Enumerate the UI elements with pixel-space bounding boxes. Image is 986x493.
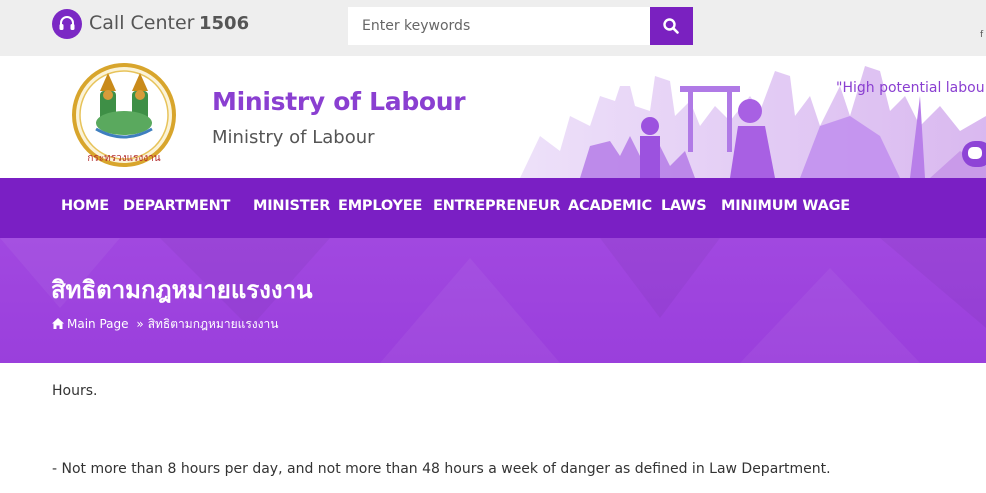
page-banner: สิทธิตามกฎหมายแรงงาน Main Page » สิทธิตาม… — [0, 238, 986, 363]
breadcrumb-home-label: Main Page — [67, 317, 129, 331]
search-icon — [663, 18, 679, 34]
main-navigation: HOME DEPARTMENT MINISTER EMPLOYEE ENTREP… — [0, 178, 986, 238]
content-paragraph: - Not more than 8 hours per day, and not… — [52, 461, 831, 477]
content-paragraph: Hours. — [52, 383, 98, 399]
breadcrumb-current: สิทธิตามกฎหมายแรงงาน — [147, 317, 279, 331]
page-title: สิทธิตามกฎหมายแรงงาน — [51, 276, 313, 304]
search-input[interactable] — [348, 7, 650, 45]
nav-item-academic[interactable]: ACADEMIC — [568, 198, 652, 214]
ministry-seal-logo: กระทรวงแรงงาน — [72, 63, 176, 167]
city-skyline-illustration — [520, 66, 986, 178]
home-icon — [52, 318, 64, 329]
search-button[interactable] — [650, 7, 693, 45]
main-content: Hours. - Not more than 8 hours per day, … — [0, 363, 986, 493]
nav-item-laws[interactable]: LAWS — [661, 198, 707, 214]
line-chat-icon[interactable] — [962, 141, 986, 167]
nav-item-minister[interactable]: MINISTER — [253, 198, 330, 214]
headset-icon — [52, 9, 82, 39]
nav-item-minimum-wage[interactable]: MINIMUM WAGE — [721, 198, 850, 214]
social-link[interactable]: f — [980, 30, 986, 42]
site-title[interactable]: Ministry of Labour — [212, 87, 466, 116]
nav-item-department[interactable]: DEPARTMENT — [123, 198, 230, 214]
breadcrumb: Main Page » สิทธิตามกฎหมายแรงงาน — [52, 315, 278, 334]
svg-text:กระทรวงแรงงาน: กระทรวงแรงงาน — [87, 153, 160, 164]
slogan-text: "High potential labou — [836, 80, 985, 96]
nav-item-home[interactable]: HOME — [61, 198, 109, 214]
breadcrumb-home-link[interactable]: Main Page — [52, 317, 132, 331]
call-center-label: Call Center — [89, 12, 195, 34]
site-subtitle: Ministry of Labour — [212, 127, 375, 148]
site-header: กระทรวงแรงงาน Ministry of Labour Ministr… — [0, 56, 986, 178]
top-bar: Call Center 1506 f — [0, 0, 986, 56]
breadcrumb-separator: » — [136, 317, 144, 331]
nav-item-entrepreneur[interactable]: ENTREPRENEUR — [433, 198, 560, 214]
call-center-number[interactable]: 1506 — [199, 13, 249, 34]
nav-item-employee[interactable]: EMPLOYEE — [338, 198, 422, 214]
